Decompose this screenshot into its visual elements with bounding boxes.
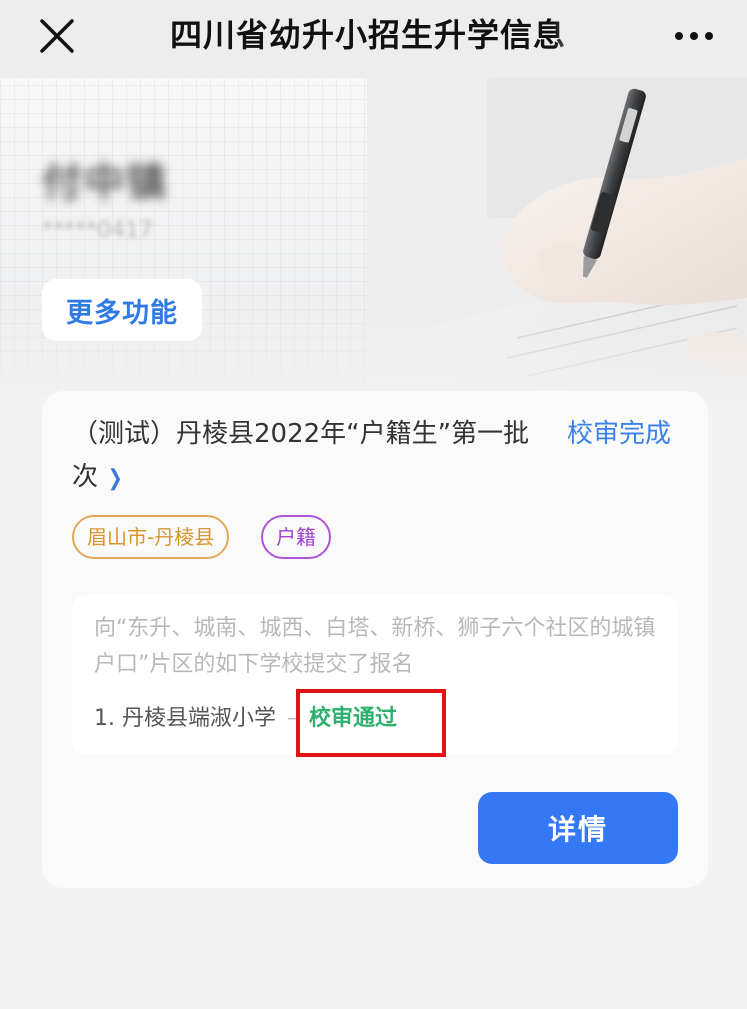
school-name: 丹棱县端淑小学 — [122, 706, 277, 731]
close-icon[interactable] — [36, 15, 78, 57]
batch-title[interactable]: （测试）丹棱县2022年“户籍生”第一批次 ❯ — [72, 413, 542, 500]
application-info-text: 向“东升、城南、城西、白塔、新桥、狮子六个社区的城镇户口”片区的如下学校提交了报… — [94, 616, 656, 677]
school-index: 1. — [94, 706, 115, 731]
application-info-box: 向“东升、城南、城西、白塔、新桥、狮子六个社区的城镇户口”片区的如下学校提交了报… — [72, 595, 678, 757]
detail-button[interactable]: 详情 — [478, 792, 678, 864]
user-id: *****0417 — [42, 218, 153, 243]
batch-title-text: （测试）丹棱县2022年“户籍生”第一批次 — [72, 419, 530, 492]
top-navbar: 四川省幼升小招生升学信息 — [0, 0, 747, 78]
batch-status: 校审完成 — [567, 419, 672, 449]
batch-card: （测试）丹棱县2022年“户籍生”第一批次 ❯ 校审完成 眉山市-丹棱县 户籍 向… — [42, 391, 708, 888]
page-title: 四川省幼升小招生升学信息 — [170, 16, 567, 54]
highlight-box — [296, 689, 446, 757]
chevron-right-icon: ❯ — [107, 466, 123, 491]
more-dots-icon[interactable] — [672, 24, 716, 48]
user-name: 付中镇 — [42, 160, 168, 206]
more-functions-button[interactable]: 更多功能 — [42, 279, 202, 341]
region-tag: 眉山市-丹棱县 — [72, 515, 230, 559]
hukou-tag: 户籍 — [261, 515, 331, 559]
page: 四川省幼升小招生升学信息 付中镇 *****0417 更多功能 （测试）丹棱县2… — [0, 0, 747, 1009]
